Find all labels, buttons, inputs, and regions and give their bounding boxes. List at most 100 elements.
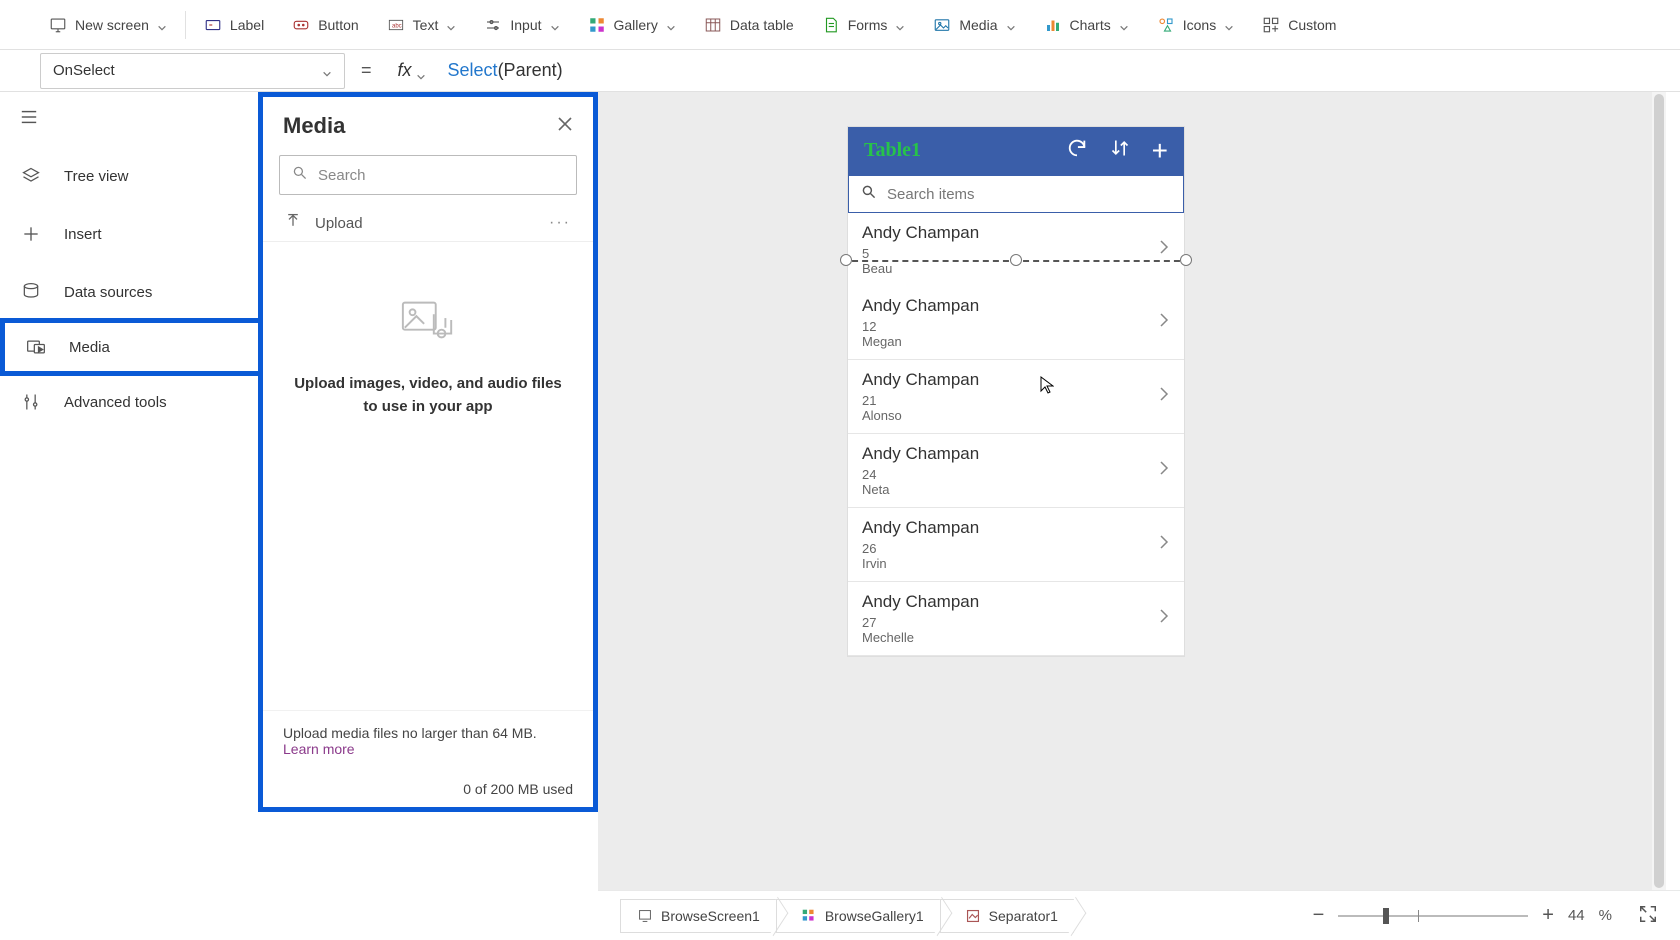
chevron-down-icon [157, 20, 167, 30]
app-search-input[interactable]: Search items [848, 174, 1184, 213]
list-item[interactable]: Andy Champan 21Alonso [848, 360, 1184, 434]
sidebar-item-label: Data sources [64, 284, 152, 301]
text-button[interactable]: abc Text [373, 1, 471, 49]
input-button[interactable]: Input [470, 1, 573, 49]
chevron-right-icon [1158, 237, 1170, 262]
list-item[interactable]: Andy Champan5Beau [848, 213, 1184, 286]
data-table-button[interactable]: Data table [690, 1, 808, 49]
media-footer-text: Upload media files no larger than 64 MB. [283, 725, 537, 741]
gallery-button-label: Gallery [614, 17, 658, 33]
forms-button[interactable]: Forms [808, 1, 920, 49]
list-item-line2: 21 [862, 393, 979, 408]
tools-icon [20, 391, 42, 413]
breadcrumb-label: BrowseScreen1 [661, 908, 760, 924]
list-item-name: Andy Champan [862, 444, 979, 464]
refresh-icon[interactable] [1066, 137, 1088, 164]
list-item[interactable]: Andy Champan 24Neta [848, 434, 1184, 508]
charts-button[interactable]: Charts [1030, 1, 1143, 49]
sidebar-item-advanced-tools[interactable]: Advanced tools [0, 373, 258, 431]
data-table-label: Data table [730, 17, 794, 33]
list-item-line2: 5 [862, 246, 979, 261]
sidebar-item-media[interactable]: Media [0, 318, 258, 376]
breadcrumb-item[interactable]: Separator1 [940, 899, 1074, 933]
forms-button-label: Forms [848, 17, 888, 33]
chevron-down-icon [1224, 20, 1234, 30]
more-button[interactable]: ··· [549, 214, 571, 232]
zoom-slider[interactable] [1338, 915, 1528, 917]
media-toolbar-button[interactable]: Media [919, 1, 1029, 49]
upload-label: Upload [315, 215, 363, 232]
formula-input[interactable]: Select(Parent) [448, 60, 563, 81]
sidebar-item-tree-view[interactable]: Tree view [0, 147, 258, 205]
input-icon [484, 16, 502, 34]
property-select[interactable]: OnSelect [40, 53, 345, 89]
list-item-line3: Alonso [862, 408, 979, 423]
label-icon [204, 16, 222, 34]
list-item[interactable]: Andy Champan12Megan [848, 286, 1184, 360]
list-item-line2: 26 [862, 541, 979, 556]
new-screen-label: New screen [75, 17, 149, 33]
sidebar-item-label: Tree view [64, 168, 128, 185]
learn-more-link[interactable]: Learn more [283, 741, 355, 757]
design-canvas[interactable]: Table1 + Search items Andy Champan5BeauA… [598, 92, 1666, 890]
list-item-line3: Neta [862, 482, 979, 497]
chevron-down-icon [666, 20, 676, 30]
app-search-placeholder: Search items [887, 186, 975, 203]
list-item[interactable]: Andy Champan26Irvin [848, 508, 1184, 582]
list-item-line3: Mechelle [862, 630, 979, 645]
toolbar-separator [185, 11, 186, 39]
plus-icon [20, 223, 42, 245]
app-header: Table1 + [848, 127, 1184, 174]
zoom-out-button[interactable]: − [1313, 904, 1325, 927]
icons-button[interactable]: Icons [1143, 1, 1248, 49]
database-icon [20, 281, 42, 303]
media-panel: Media Search Upload ··· Upload images, v… [258, 92, 598, 812]
sidebar-item-label: Media [69, 339, 110, 356]
input-button-label: Input [510, 17, 541, 33]
sidebar-item-data-sources[interactable]: Data sources [0, 263, 258, 321]
label-button[interactable]: Label [190, 1, 278, 49]
search-icon [861, 184, 877, 204]
list-item[interactable]: Andy Champan27Mechelle [848, 582, 1184, 656]
chevron-down-icon [322, 66, 332, 76]
chevron-down-icon [1006, 20, 1016, 30]
property-select-value: OnSelect [53, 62, 115, 79]
list-item-line2: 12 [862, 319, 979, 334]
sidebar-item-label: Advanced tools [64, 394, 167, 411]
upload-button[interactable]: Upload [285, 213, 363, 233]
canvas-scrollbar[interactable] [1652, 92, 1666, 890]
app-title: Table1 [864, 139, 921, 162]
sidebar-item-insert[interactable]: Insert [0, 205, 258, 263]
text-button-label: Text [413, 17, 439, 33]
new-screen-button[interactable]: New screen [35, 1, 181, 49]
layers-icon [20, 165, 42, 187]
chevron-down-icon [416, 66, 426, 76]
screen-icon [637, 908, 653, 924]
breadcrumb-item[interactable]: BrowseGallery1 [776, 899, 940, 933]
breadcrumb-label: Separator1 [989, 908, 1058, 924]
icons-button-label: Icons [1183, 17, 1216, 33]
fx-button[interactable]: fx [388, 53, 436, 89]
list-item-line2: 24 [862, 467, 979, 482]
custom-button[interactable]: Custom [1248, 1, 1350, 49]
list-item-line3: Beau [862, 261, 979, 276]
forms-icon [822, 16, 840, 34]
zoom-in-button[interactable]: + [1542, 904, 1554, 927]
fit-screen-icon[interactable] [1638, 904, 1658, 928]
media-search-input[interactable]: Search [279, 155, 577, 195]
sort-icon[interactable] [1110, 137, 1130, 164]
zoom-percent-label: % [1599, 907, 1612, 924]
chevron-right-icon [1158, 458, 1170, 483]
breadcrumb-item[interactable]: BrowseScreen1 [620, 899, 776, 933]
button-icon [292, 16, 310, 34]
app-preview: Table1 + Search items Andy Champan5BeauA… [848, 127, 1184, 656]
close-icon[interactable] [557, 116, 573, 137]
custom-icon [1262, 16, 1280, 34]
gallery-button[interactable]: Gallery [574, 1, 690, 49]
sidebar-item-label: Insert [64, 226, 102, 243]
chevron-down-icon [1119, 20, 1129, 30]
button-insert-button[interactable]: Button [278, 1, 372, 49]
zoom-value: 44 [1568, 907, 1585, 924]
list-item-name: Andy Champan [862, 370, 979, 390]
hamburger-button[interactable] [0, 92, 258, 147]
